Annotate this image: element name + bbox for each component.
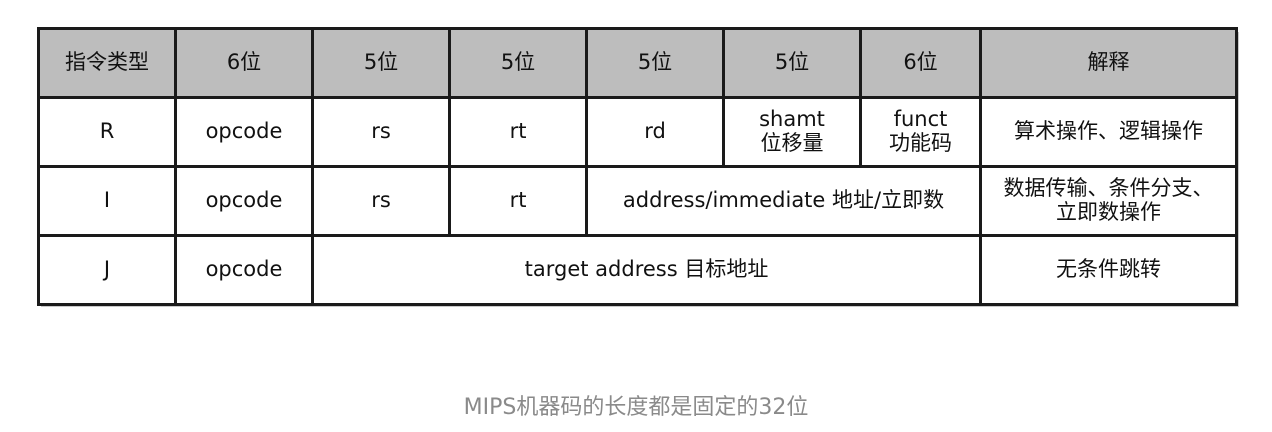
cell-funct-name: funct [893, 107, 948, 132]
mips-instruction-format-table: 指令类型 6位 5位 5位 5位 5位 6位 解释 R opcode rs rt… [37, 27, 1238, 306]
cell-type: R [37, 96, 177, 168]
header-rt-bits: 5位 [448, 27, 588, 99]
cell-shamt-meaning: 位移量 [760, 131, 824, 155]
figure-caption: MIPS机器码的长度都是固定的32位 [463, 395, 809, 420]
cell-address-immediate: address/immediate 地址/立即数 [585, 165, 982, 237]
cell-opcode: opcode [174, 234, 314, 306]
table-row-i-type: I opcode rs rt address/immediate 地址/立即数 … [37, 165, 1238, 237]
cell-rt: rt [448, 165, 588, 237]
cell-explanation-line-2: 立即数操作 [1056, 200, 1161, 224]
table-row-j-type: J opcode target address 目标地址 无条件跳转 [37, 234, 1238, 306]
cell-target-address: target address 目标地址 [311, 234, 982, 306]
table-container: 指令类型 6位 5位 5位 5位 5位 6位 解释 R opcode rs rt… [37, 27, 1238, 306]
header-opcode-bits: 6位 [174, 27, 314, 99]
header-rd-bits: 5位 [585, 27, 725, 99]
cell-funct-meaning: 功能码 [889, 131, 952, 155]
cell-opcode: opcode [174, 165, 314, 237]
figure: 指令类型 6位 5位 5位 5位 5位 6位 解释 R opcode rs rt… [0, 0, 1272, 432]
table-row-r-type: R opcode rs rt rd shamt 位移量 funct 功能码 算术… [37, 96, 1238, 168]
cell-type: J [37, 234, 177, 306]
cell-explanation: 数据传输、条件分支、 立即数操作 [979, 165, 1238, 237]
cell-explanation: 无条件跳转 [979, 234, 1238, 306]
header-row: 指令类型 6位 5位 5位 5位 5位 6位 解释 [37, 27, 1238, 99]
cell-opcode: opcode [174, 96, 314, 168]
header-shamt-bits: 5位 [722, 27, 862, 99]
header-instruction-type: 指令类型 [37, 27, 177, 99]
cell-funct: funct 功能码 [859, 96, 982, 168]
cell-shamt-name: shamt [759, 107, 825, 132]
header-explanation: 解释 [979, 27, 1238, 99]
cell-type: I [37, 165, 177, 237]
cell-rd: rd [585, 96, 725, 168]
cell-rs: rs [311, 96, 451, 168]
cell-shamt: shamt 位移量 [722, 96, 862, 168]
cell-rs: rs [311, 165, 451, 237]
cell-rt: rt [448, 96, 588, 168]
cell-explanation: 算术操作、逻辑操作 [979, 96, 1238, 168]
cell-explanation-line-1: 数据传输、条件分支、 [1003, 176, 1214, 201]
header-funct-bits: 6位 [859, 27, 982, 99]
header-rs-bits: 5位 [311, 27, 451, 99]
